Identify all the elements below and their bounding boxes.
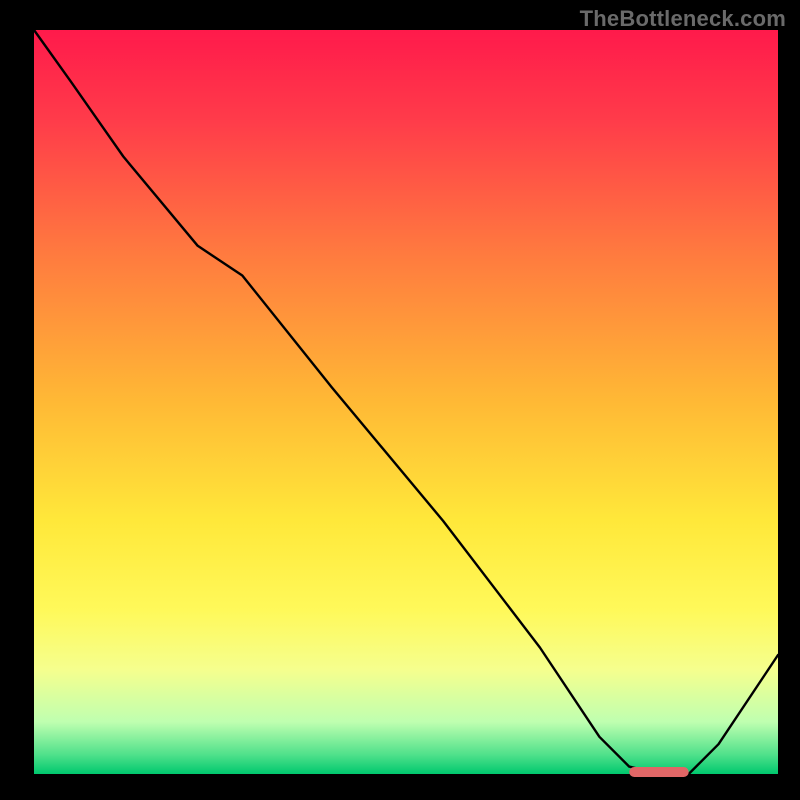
- bottleneck-chart: [0, 0, 800, 800]
- chart-container: TheBottleneck.com: [0, 0, 800, 800]
- sweet-spot-marker: [629, 767, 689, 777]
- plot-background: [34, 30, 778, 774]
- watermark-text: TheBottleneck.com: [580, 6, 786, 32]
